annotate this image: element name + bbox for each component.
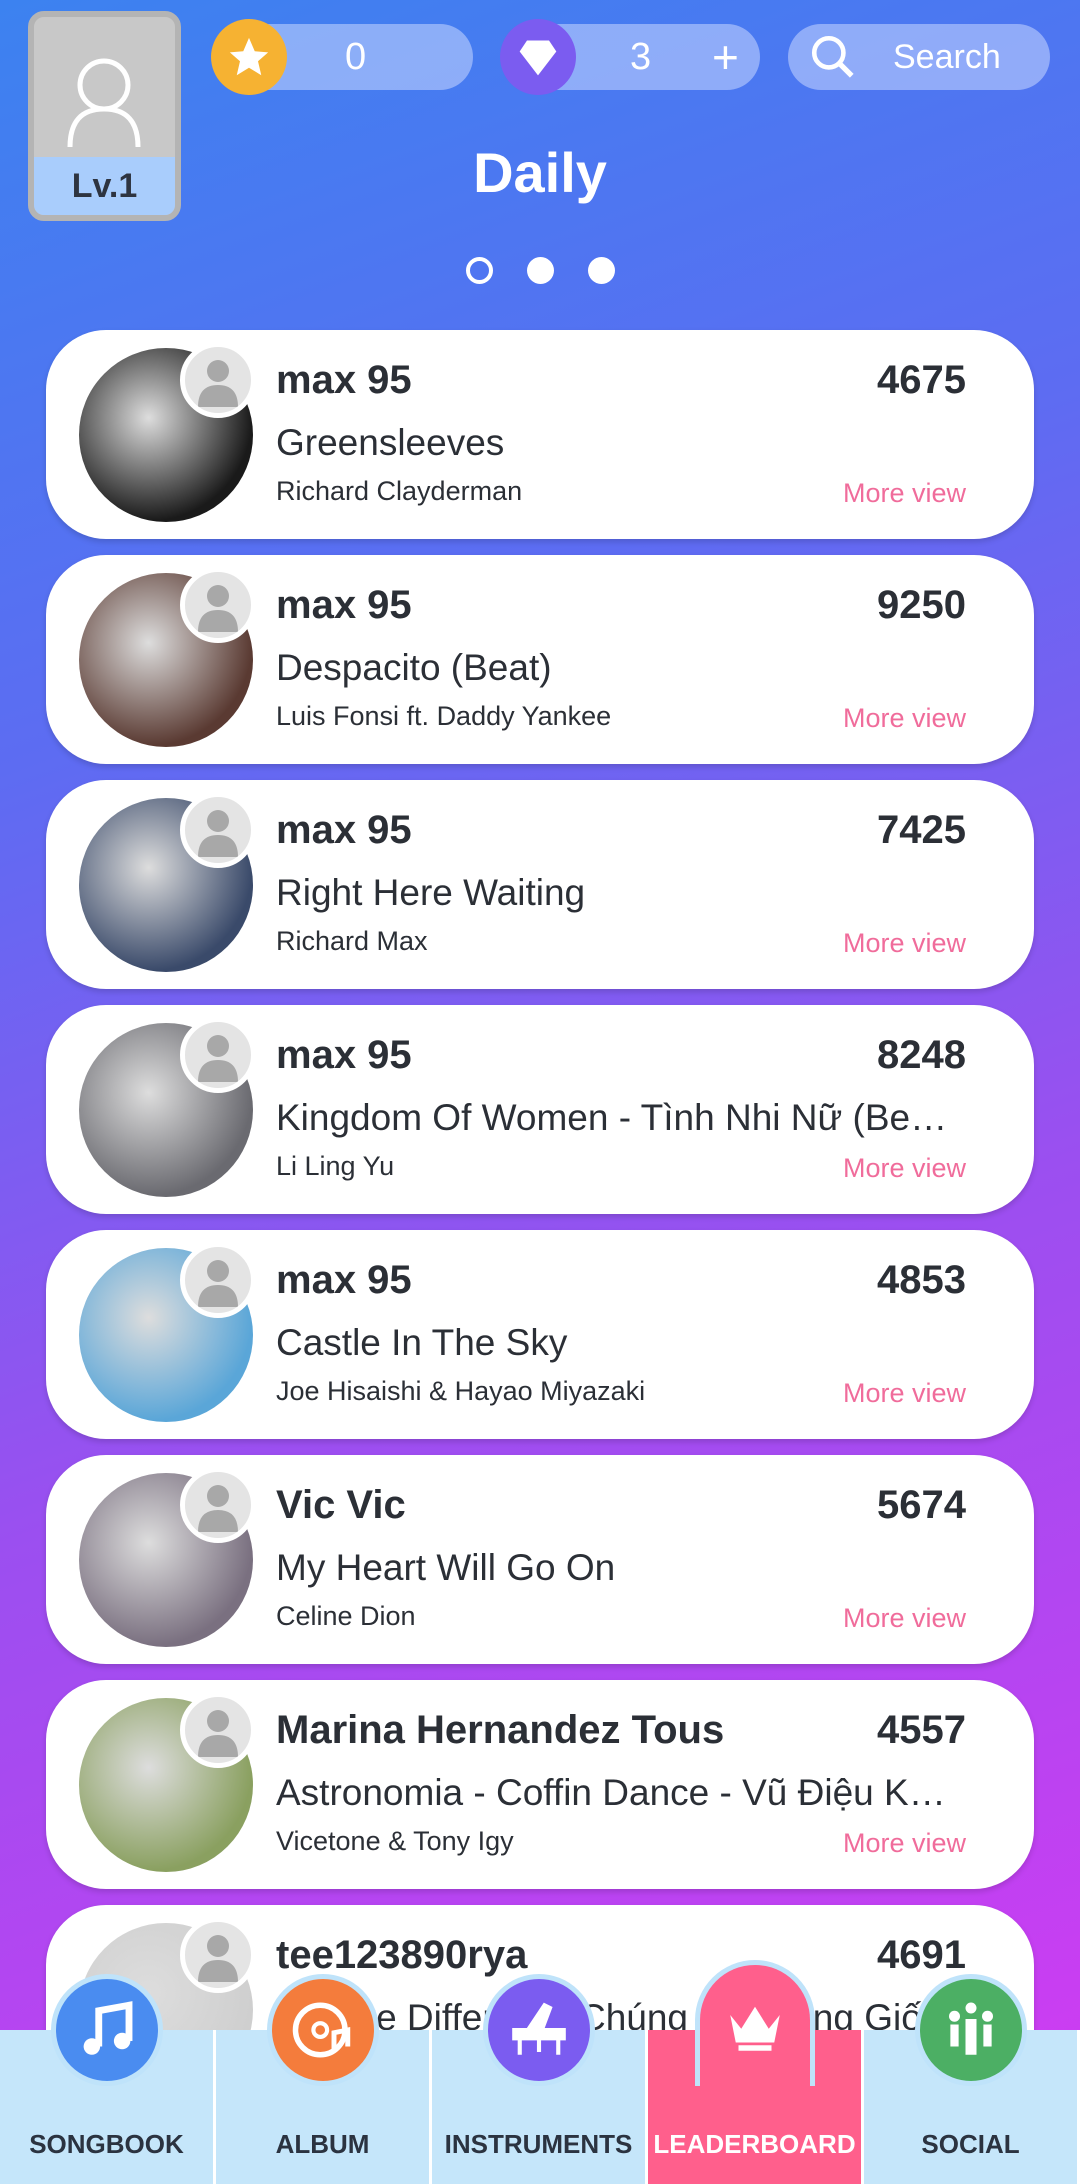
player-score: 4675 — [877, 358, 966, 402]
player-score: 4557 — [877, 1708, 966, 1752]
leaderboard-entry[interactable]: max 95 8248 Kingdom Of Women - Tình Nhi … — [46, 1005, 1034, 1214]
stars-counter[interactable]: 0 — [211, 19, 473, 95]
more-view-link[interactable]: More view — [843, 478, 966, 509]
tab-instruments[interactable]: INSTRUMENTS — [432, 1974, 648, 2184]
add-gems-button[interactable]: + — [712, 30, 739, 84]
tab-label: ALBUM — [275, 2129, 370, 2159]
song-title: Despacito (Beat) — [276, 647, 552, 688]
player-name: max 95 — [276, 358, 412, 402]
user-icon — [198, 810, 238, 857]
star-icon — [211, 19, 287, 95]
song-artist: Celine Dion — [276, 1601, 416, 1631]
leaderboard-entry[interactable]: Marina Hernandez Tous 4557 Astronomia - … — [46, 1680, 1034, 1889]
tab-label: SONGBOOK — [29, 2129, 184, 2159]
player-score: 4691 — [877, 1933, 966, 1977]
player-avatar — [180, 1467, 256, 1543]
user-icon — [67, 58, 141, 148]
song-title: Astronomia - Coffin Dance - Vũ Điệu Khi.… — [276, 1772, 966, 1813]
song-artist: Li Ling Yu — [276, 1151, 395, 1181]
player-avatar — [180, 792, 256, 868]
player-score: 8248 — [877, 1033, 966, 1077]
tab-label: SOCIAL — [921, 2129, 1020, 2159]
more-view-link[interactable]: More view — [843, 703, 966, 734]
song-artist: Luis Fonsi ft. Daddy Yankee — [276, 701, 612, 731]
song-title: Right Here Waiting — [276, 872, 586, 913]
music-note-icon — [50, 1974, 163, 2086]
tab-label: INSTRUMENTS — [444, 2129, 633, 2159]
song-title: Kingdom Of Women - Tình Nhi Nữ (Beat... — [276, 1097, 966, 1138]
more-view-link[interactable]: More view — [843, 1828, 966, 1859]
gems-counter[interactable]: 3 + — [500, 19, 760, 95]
player-score: 9250 — [877, 583, 966, 627]
tab-songbook[interactable]: SONGBOOK — [0, 1974, 216, 2184]
player-avatar — [180, 1917, 256, 1993]
page-dot-2[interactable] — [526, 257, 554, 284]
stars-value: 0 — [345, 35, 367, 78]
tab-album[interactable]: ALBUM — [216, 1974, 432, 2184]
user-icon — [198, 1485, 238, 1532]
song-title: My Heart Will Go On — [276, 1547, 616, 1588]
search-input[interactable]: Search — [788, 24, 1050, 90]
player-avatar — [180, 1242, 256, 1318]
player-avatar — [180, 1692, 256, 1768]
song-title: Greensleeves — [276, 422, 505, 463]
player-name: max 95 — [276, 1033, 412, 1077]
more-view-link[interactable]: More view — [843, 1378, 966, 1409]
player-name: max 95 — [276, 1258, 412, 1302]
player-avatar — [180, 1017, 256, 1093]
tab-label: LEADERBOARD — [653, 2129, 856, 2159]
player-name: tee123890rya — [276, 1933, 528, 1977]
search-icon — [811, 35, 854, 78]
leaderboard-entry[interactable]: max 95 4853 Castle In The Sky Joe Hisais… — [46, 1230, 1034, 1439]
user-icon — [198, 585, 238, 632]
more-view-link[interactable]: More view — [843, 928, 966, 959]
crown-icon — [694, 1960, 815, 2086]
search-placeholder: Search — [893, 37, 1001, 76]
user-icon — [198, 1710, 238, 1757]
song-artist: Vicetone & Tony Igy — [276, 1826, 514, 1856]
piano-icon — [482, 1974, 595, 2086]
bottom-nav: SONGBOOK ALBUM INSTRUMENTS LEADERBOARD S… — [0, 1960, 1080, 2184]
page-indicator — [0, 257, 1080, 284]
people-icon — [914, 1974, 1027, 2086]
leaderboard-entry[interactable]: Vic Vic 5674 My Heart Will Go On Celine … — [46, 1455, 1034, 1664]
user-icon — [198, 1260, 238, 1307]
leaderboard-entry[interactable]: max 95 4675 Greensleeves Richard Clayder… — [46, 330, 1034, 539]
song-artist: Richard Max — [276, 926, 428, 956]
user-icon — [198, 1035, 238, 1082]
page-dot-1[interactable] — [465, 257, 493, 284]
tab-leaderboard[interactable]: LEADERBOARD — [648, 1960, 864, 2184]
song-artist: Joe Hisaishi & Hayao Miyazaki — [276, 1376, 646, 1406]
player-name: Vic Vic — [276, 1483, 406, 1527]
song-title: Castle In The Sky — [276, 1322, 568, 1363]
player-avatar — [180, 567, 256, 643]
more-view-link[interactable]: More view — [843, 1153, 966, 1184]
leaderboard-entry[interactable]: max 95 9250 Despacito (Beat) Luis Fonsi … — [46, 555, 1034, 764]
player-name: Marina Hernandez Tous — [276, 1708, 725, 1752]
diamond-icon — [500, 19, 576, 95]
player-name: max 95 — [276, 583, 412, 627]
tab-social[interactable]: SOCIAL — [864, 1974, 1080, 2184]
player-score: 7425 — [877, 808, 966, 852]
player-score: 4853 — [877, 1258, 966, 1302]
song-artist: Richard Clayderman — [276, 476, 523, 506]
gems-value: 3 — [630, 35, 652, 78]
user-icon — [198, 360, 238, 407]
player-score: 5674 — [877, 1483, 966, 1527]
page-title: Daily — [473, 141, 607, 204]
player-avatar — [180, 342, 256, 418]
page-dot-3[interactable] — [587, 257, 615, 284]
more-view-link[interactable]: More view — [843, 1603, 966, 1634]
leaderboard-entry[interactable]: max 95 7425 Right Here Waiting Richard M… — [46, 780, 1034, 989]
user-icon — [198, 1935, 238, 1982]
album-disc-icon — [266, 1974, 379, 2086]
player-name: max 95 — [276, 808, 412, 852]
